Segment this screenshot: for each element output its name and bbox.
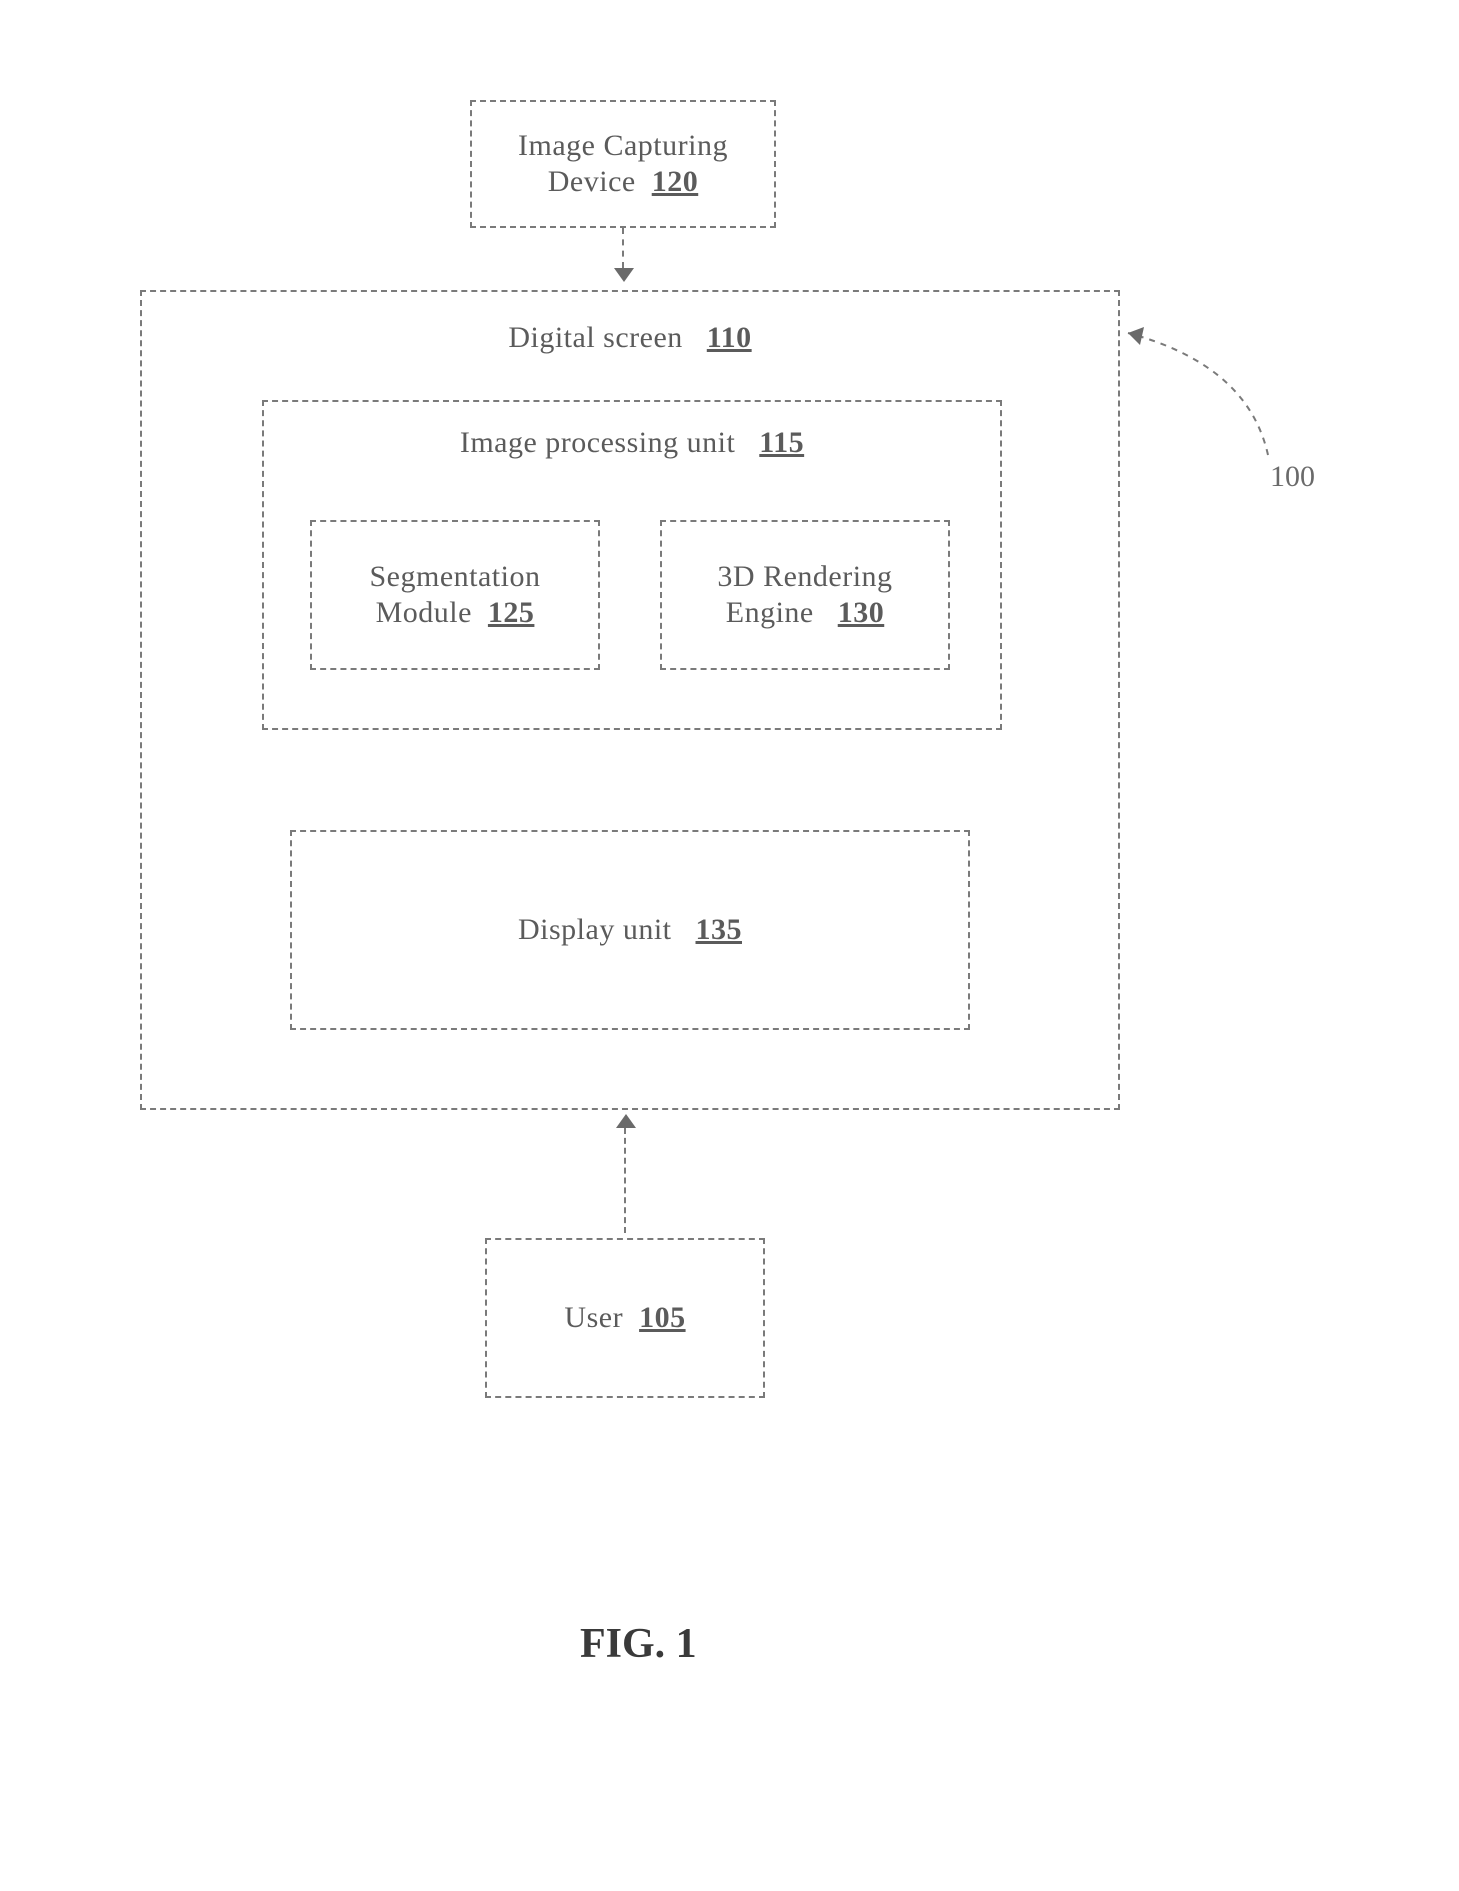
block-label: Display unit 135 — [518, 912, 742, 948]
block-display-unit: Display unit 135 — [290, 830, 970, 1030]
block-num: 110 — [707, 321, 752, 354]
block-label: Image Capturing Device 120 — [484, 128, 762, 200]
arrow-capturing-to-screen — [622, 228, 626, 268]
pointer-curve-100 — [1118, 325, 1288, 475]
block-num: 120 — [652, 165, 699, 198]
block-text: Image processing unit — [460, 426, 735, 459]
block-num: 135 — [696, 913, 743, 946]
diagram-canvas: Image Capturing Device 120 Digital scree… — [0, 0, 1459, 1891]
arrowhead-down-1 — [614, 268, 634, 282]
block-label: 3D Rendering Engine 130 — [674, 559, 936, 631]
block-label: Segmentation Module 125 — [324, 559, 586, 631]
block-num: 125 — [488, 596, 535, 629]
block-num: 130 — [838, 596, 885, 629]
reference-label-100: 100 — [1270, 460, 1315, 494]
block-image-capturing-device: Image Capturing Device 120 — [470, 100, 776, 228]
block-user: User 105 — [485, 1238, 765, 1398]
block-segmentation-module: Segmentation Module 125 — [310, 520, 600, 670]
block-text: User — [564, 1301, 623, 1334]
figure-caption: FIG. 1 — [580, 1620, 697, 1668]
block-3d-rendering-engine: 3D Rendering Engine 130 — [660, 520, 950, 670]
arrow-user-to-screen — [624, 1128, 628, 1233]
block-num: 115 — [759, 426, 804, 459]
block-text: Display unit — [518, 913, 672, 946]
block-num: 105 — [639, 1301, 686, 1334]
block-text: Digital screen — [508, 321, 682, 354]
block-label: User 105 — [564, 1300, 685, 1336]
arrowhead-up-1 — [616, 1114, 636, 1128]
ipu-title: Image processing unit 115 — [262, 425, 1002, 461]
digital-screen-title: Digital screen 110 — [140, 320, 1120, 356]
